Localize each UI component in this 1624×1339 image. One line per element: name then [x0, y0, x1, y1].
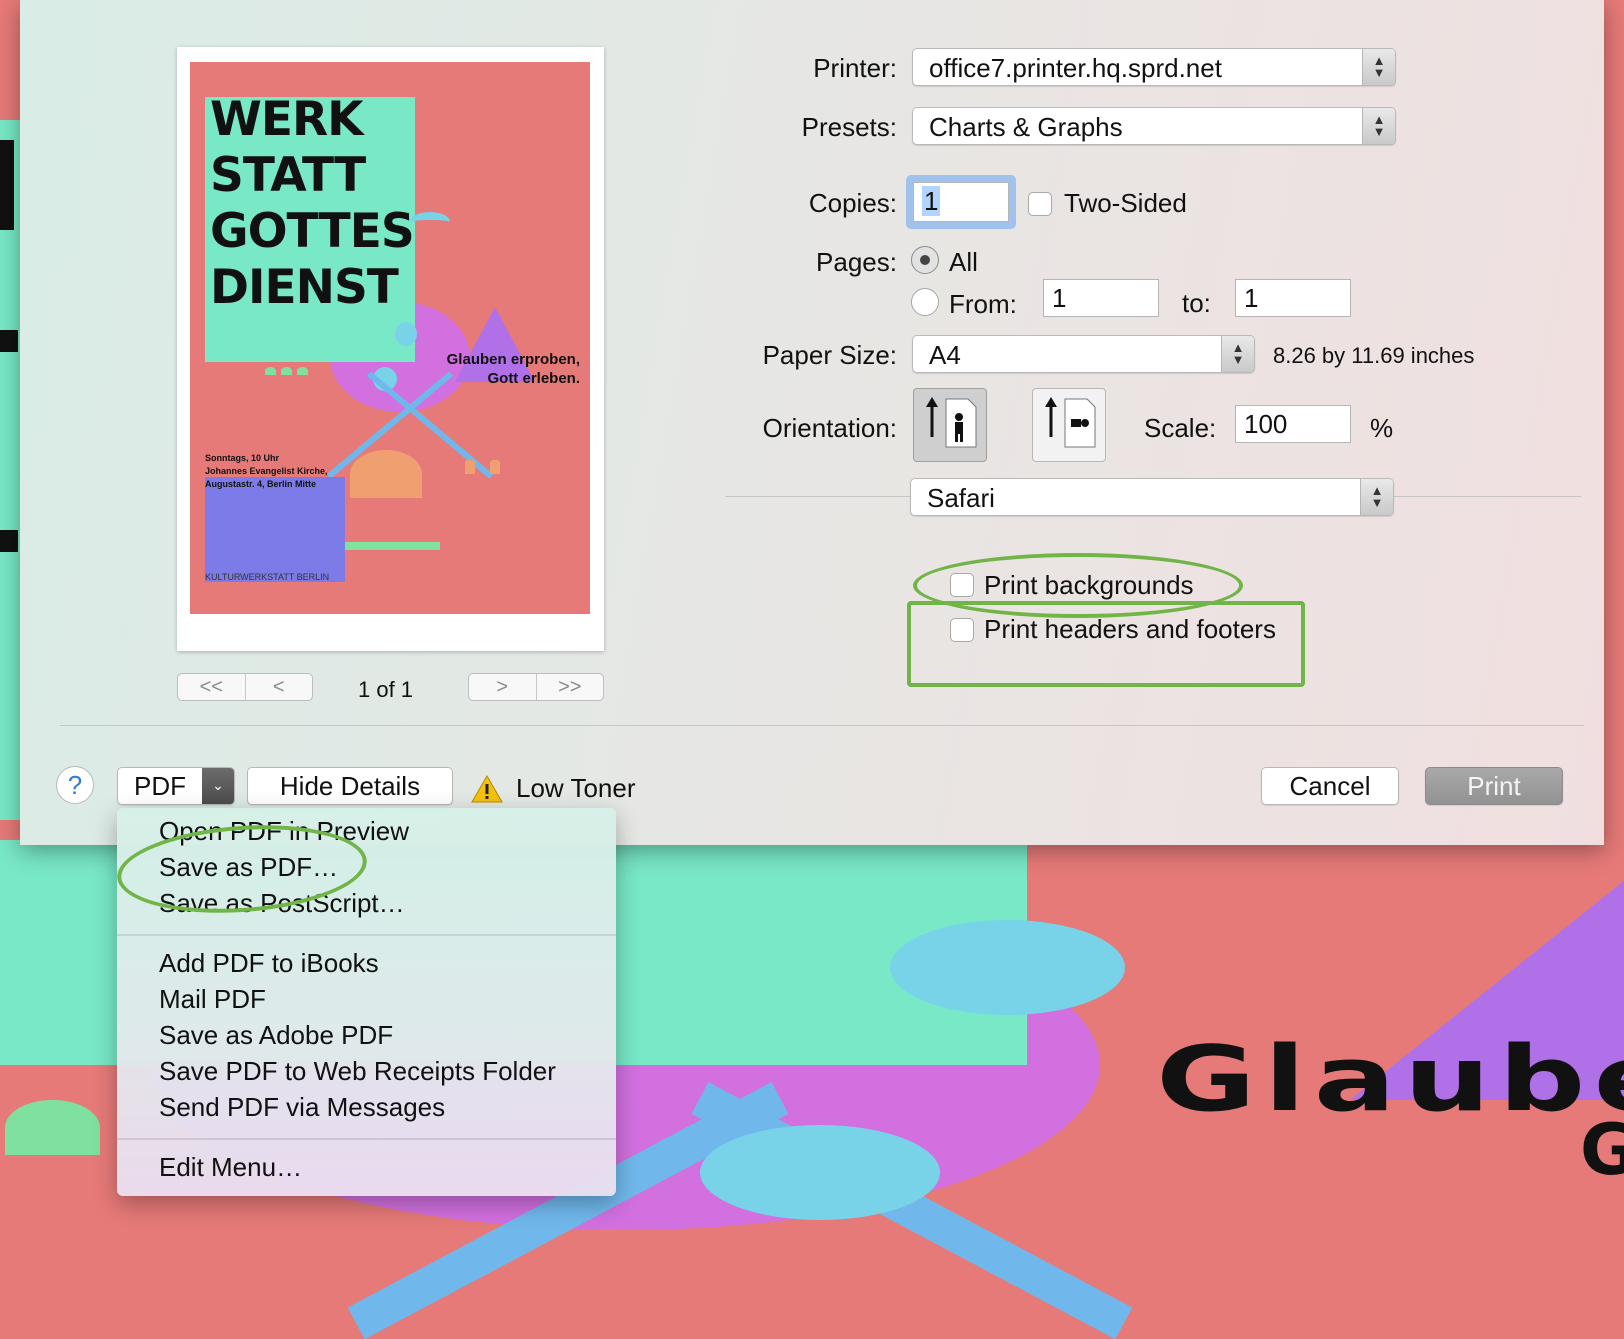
pages-from-field[interactable]: 1 [1043, 279, 1159, 317]
pages-all-label: All [949, 247, 978, 277]
poster-shape [465, 460, 475, 474]
background-headline-2: G [1580, 1109, 1624, 1191]
up-down-chevron-icon: ▲ ▼ [1360, 479, 1393, 515]
footer-divider [60, 725, 1584, 726]
app-section-value: Safari [927, 483, 995, 513]
up-down-chevron-icon: ▲ ▼ [1221, 336, 1254, 372]
scale-field[interactable]: 100 [1235, 405, 1351, 443]
next-page-button[interactable]: > [469, 674, 536, 700]
portrait-orientation-icon [926, 397, 977, 448]
chevron-down-icon: ⌄ [202, 768, 234, 804]
paper-size-popup[interactable]: A4 ▲ ▼ [912, 335, 1255, 373]
background-glyph [0, 330, 18, 352]
presets-label: Presets: [801, 112, 897, 142]
portrait-orientation-button[interactable] [913, 388, 987, 462]
pdf-menu-button[interactable]: PDF ⌄ [117, 767, 235, 805]
two-sided-checkbox[interactable] [1028, 192, 1052, 216]
background-glyph [0, 530, 18, 552]
annotation-rectangle [907, 601, 1305, 687]
poster-info: Sonntags, 10 Uhr Johannes Evangelist Kir… [205, 453, 328, 489]
pdf-dropdown-menu: Open PDF in Preview Save as PDF… Save as… [114, 808, 616, 1196]
poster-bird-shape [410, 212, 450, 232]
previous-page-button[interactable]: < [244, 674, 313, 700]
landscape-orientation-icon [1045, 397, 1096, 448]
paper-size-dimensions: 8.26 by 11.69 inches [1273, 343, 1475, 368]
pages-to-field[interactable]: 1 [1235, 279, 1351, 317]
first-page-button[interactable]: << [178, 674, 245, 700]
two-sided-label: Two-Sided [1064, 188, 1187, 218]
copies-field[interactable]: 1 [913, 182, 1009, 222]
poster-title: WERK STATT GOTTES DIENST [210, 92, 415, 316]
help-icon[interactable]: ? [56, 766, 94, 804]
scale-unit: % [1370, 413, 1394, 443]
poster-shape [265, 362, 315, 375]
pages-from-radio[interactable] [911, 288, 939, 316]
page-indicator: 1 of 1 [358, 677, 414, 702]
poster-title-line: STATT [210, 148, 366, 203]
poster-shape [205, 477, 345, 582]
paper-size-value: A4 [929, 340, 961, 370]
menu-item-add-to-ibooks[interactable]: Add PDF to iBooks [159, 948, 379, 979]
menu-item-send-via-messages[interactable]: Send PDF via Messages [159, 1092, 445, 1123]
menu-item-save-to-web-receipts[interactable]: Save PDF to Web Receipts Folder [159, 1056, 556, 1087]
pages-from-label: From: [949, 289, 1017, 319]
poster-shape [345, 542, 440, 550]
menu-item-edit-menu[interactable]: Edit Menu… [159, 1152, 302, 1183]
copies-value: 1 [922, 186, 941, 216]
poster-title-line: WERK [210, 92, 364, 147]
printer-label: Printer: [813, 53, 897, 83]
last-page-button[interactable]: >> [535, 674, 604, 700]
poster-title-line: DIENST [210, 260, 399, 315]
poster-footer: KULTURWERKSTATT BERLIN [205, 572, 330, 582]
pages-to-label: to: [1182, 288, 1211, 318]
menu-item-mail-pdf[interactable]: Mail PDF [159, 984, 266, 1015]
pager-back-group: << < [177, 673, 313, 701]
paper-size-label: Paper Size: [762, 340, 897, 370]
up-down-chevron-icon: ▲ ▼ [1362, 49, 1395, 85]
warning-icon [470, 774, 504, 809]
printer-popup[interactable]: office7.printer.hq.sprd.net ▲ ▼ [912, 48, 1396, 86]
poster-shape [395, 322, 417, 346]
up-down-chevron-icon: ▲ ▼ [1362, 108, 1395, 144]
background-cyan-ellipse [700, 1125, 940, 1220]
poster-title-line: GOTTES [210, 204, 415, 259]
background-cyan-ellipse [890, 920, 1125, 1015]
poster-shape [490, 460, 500, 474]
menu-item-save-as-adobe-pdf[interactable]: Save as Adobe PDF [159, 1020, 393, 1051]
poster-shape [350, 450, 422, 498]
copies-label: Copies: [808, 188, 897, 218]
background-glyph [0, 140, 14, 230]
cancel-button[interactable]: Cancel [1261, 767, 1399, 805]
printer-value: office7.printer.hq.sprd.net [929, 53, 1222, 83]
pages-all-radio[interactable] [911, 246, 939, 274]
low-toner-label: Low Toner [516, 773, 636, 803]
page-preview: WERK STATT GOTTES DIENST Glauben erprobe… [177, 47, 604, 651]
presets-popup[interactable]: Charts & Graphs ▲ ▼ [912, 107, 1396, 145]
pager-forward-group: > >> [468, 673, 604, 701]
landscape-orientation-button[interactable] [1032, 388, 1106, 462]
print-button[interactable]: Print [1425, 767, 1563, 805]
print-dialog: WERK STATT GOTTES DIENST Glauben erprobe… [20, 0, 1604, 845]
hide-details-button[interactable]: Hide Details [247, 767, 453, 805]
presets-value: Charts & Graphs [929, 112, 1123, 142]
pages-label: Pages: [816, 247, 897, 277]
menu-separator [117, 934, 616, 936]
orientation-label: Orientation: [762, 413, 897, 443]
app-section-popup[interactable]: Safari ▲ ▼ [910, 478, 1394, 516]
poster-preview: WERK STATT GOTTES DIENST Glauben erprobe… [190, 62, 590, 614]
menu-separator [117, 1138, 616, 1140]
poster-subtitle: Glauben erproben, Gott erleben. [446, 351, 580, 387]
background-headline: Glaube [1156, 1027, 1624, 1132]
scale-label: Scale: [1144, 413, 1217, 443]
background-green-bump [5, 1100, 100, 1155]
